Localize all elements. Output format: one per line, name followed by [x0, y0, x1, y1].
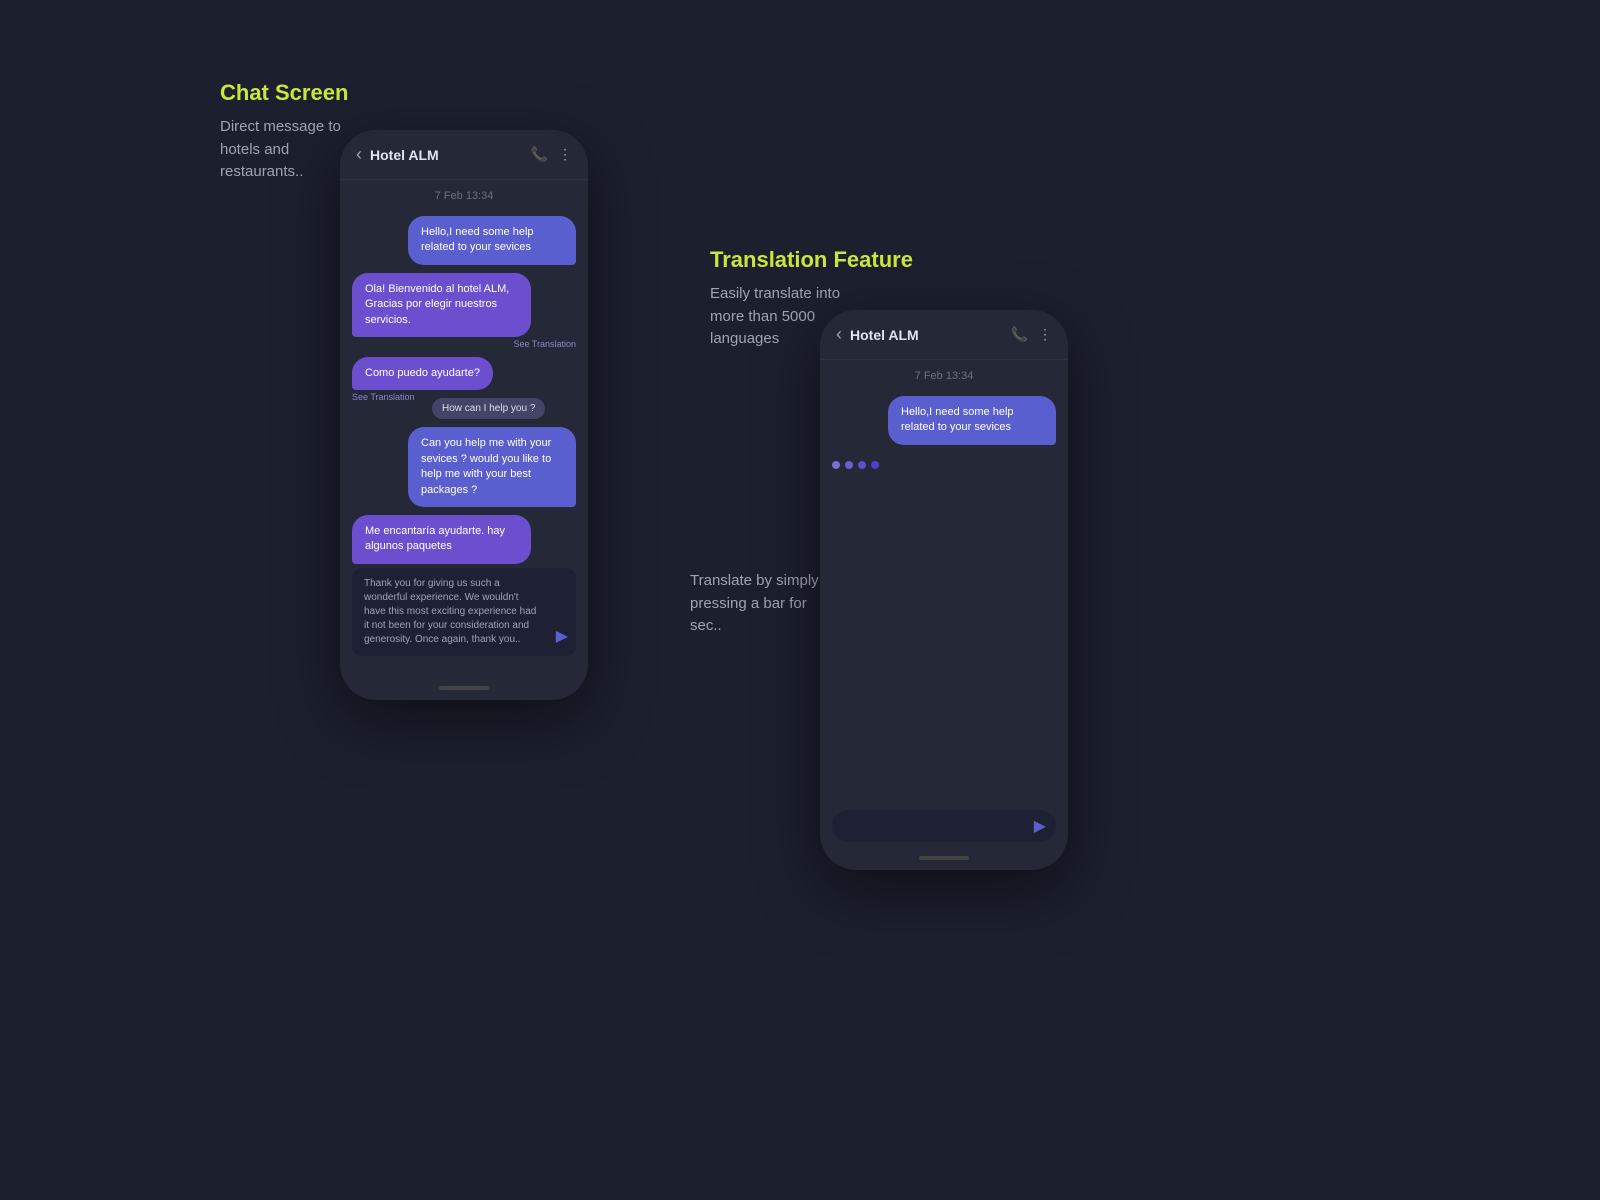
- header-left: ‹ Hotel ALM: [356, 144, 439, 165]
- send-button-left[interactable]: ▶: [556, 626, 568, 648]
- msg-received-3: Me encantaría ayudarte. hay algunos paqu…: [352, 515, 531, 564]
- msg-received-1: Ola! Bienvenido al hotel ALM, Gracias po…: [352, 273, 531, 337]
- left-phone-header: ‹ Hotel ALM 📞 ⋮: [340, 130, 588, 180]
- right-phone-mockup: ‹ Hotel ALM 📞 ⋮ 7 Feb 13:34 Hello,I need…: [820, 310, 1068, 870]
- draft-message[interactable]: Thank you for giving us such a wonderful…: [352, 568, 576, 656]
- right-send-icon[interactable]: ▶: [1034, 816, 1046, 836]
- msg-received-2: Como puedo ayudarte?: [352, 357, 493, 390]
- tooltip-translation: How can I help you ?: [432, 398, 545, 419]
- right-header-left: ‹ Hotel ALM: [836, 324, 919, 345]
- typing-dots: [820, 453, 1068, 477]
- chat-area-left: Hello,I need some help related to your s…: [340, 208, 588, 572]
- hotel-name-left: Hotel ALM: [370, 147, 439, 163]
- msg-sent-1: Hello,I need some help related to your s…: [408, 216, 576, 265]
- msg-received-wrapper-2: Como puedo ayudarte? See Translation How…: [352, 357, 576, 419]
- see-translation-2[interactable]: See Translation: [352, 392, 415, 402]
- chat-screen-title: Chat Screen: [220, 80, 350, 106]
- draft-area: Thank you for giving us such a wonderful…: [352, 568, 576, 656]
- right-more-icon[interactable]: ⋮: [1038, 326, 1052, 343]
- chat-area-right: Hello,I need some help related to your s…: [820, 388, 1068, 453]
- right-phone-header: ‹ Hotel ALM 📞 ⋮: [820, 310, 1068, 360]
- see-translation-1[interactable]: See Translation: [513, 339, 576, 349]
- dot-3: [858, 461, 866, 469]
- page-container: Chat Screen Direct message to hotels and…: [0, 0, 1600, 1200]
- left-phone-mockup: ‹ Hotel ALM 📞 ⋮ 7 Feb 13:34 Hello,I need…: [340, 130, 588, 700]
- right-phone-icon[interactable]: 📞: [1011, 326, 1028, 343]
- timestamp-right: 7 Feb 13:34: [820, 360, 1068, 388]
- header-icons: 📞 ⋮: [531, 146, 572, 163]
- phone-icon[interactable]: 📞: [531, 146, 548, 163]
- right-back-arrow-icon[interactable]: ‹: [836, 324, 842, 345]
- right-header-icons: 📞 ⋮: [1011, 326, 1052, 343]
- bottom-handle-left: [439, 686, 489, 690]
- dot-1: [832, 461, 840, 469]
- dot-4: [871, 461, 879, 469]
- chat-screen-desc: Direct message to hotels and restaurants…: [220, 116, 350, 184]
- back-arrow-icon[interactable]: ‹: [356, 144, 362, 165]
- left-section-label: Chat Screen Direct message to hotels and…: [220, 80, 350, 184]
- right-section-label2: Translate by simply pressing a bar for s…: [690, 570, 840, 638]
- right-msg-sent-1: Hello,I need some help related to your s…: [888, 396, 1056, 445]
- translation-desc2: Translate by simply pressing a bar for s…: [690, 570, 840, 638]
- msg-received-wrapper-1: Ola! Bienvenido al hotel ALM, Gracias po…: [352, 273, 576, 349]
- timestamp-left: 7 Feb 13:34: [340, 180, 588, 208]
- dot-2: [845, 461, 853, 469]
- bottom-handle-right: [919, 856, 969, 860]
- msg-sent-2: Can you help me with your sevices ? woul…: [408, 427, 576, 507]
- translation-title: Translation Feature: [710, 247, 913, 273]
- more-icon[interactable]: ⋮: [558, 146, 572, 163]
- hotel-name-right: Hotel ALM: [850, 327, 919, 343]
- right-input-bar[interactable]: ▶: [832, 810, 1056, 842]
